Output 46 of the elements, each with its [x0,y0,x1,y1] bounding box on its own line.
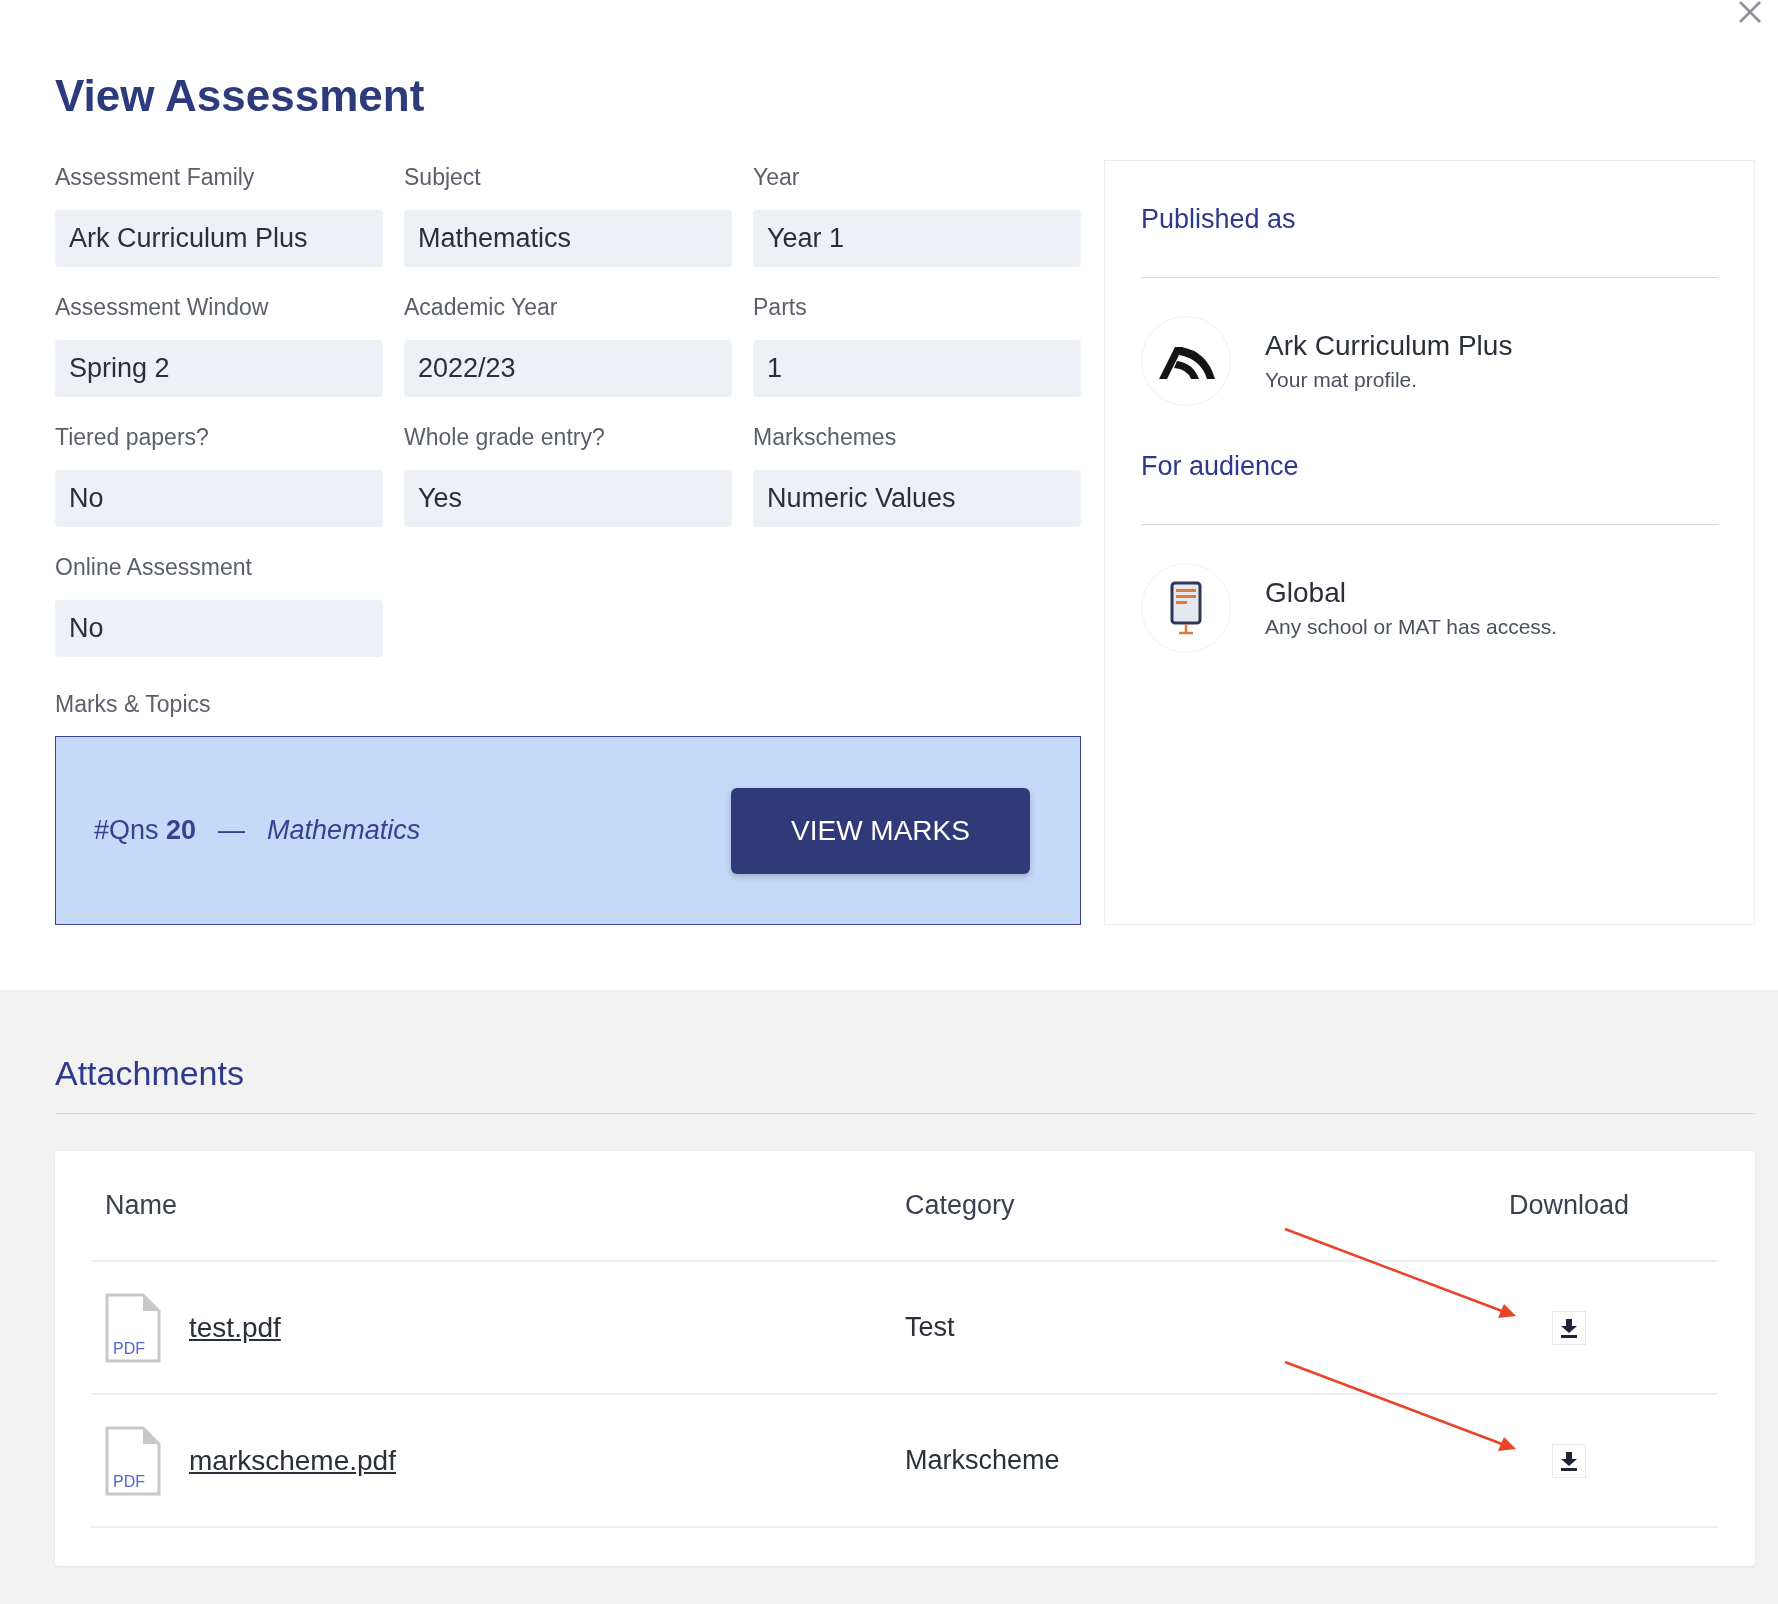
profile-name: Global [1265,577,1346,609]
read-only-field: Mathematics [404,210,732,267]
subject-text: Mathematics [267,815,421,846]
field-label: Subject [404,163,481,192]
pdf-file-icon: PDF [105,1425,161,1496]
file-link[interactable]: test.pdf [189,1311,281,1344]
view-marks-button[interactable]: VIEW MARKS [731,787,1030,874]
download-button[interactable] [1552,1310,1586,1345]
read-only-field: Spring 2 [55,340,383,397]
profile-description: Your mat profile. [1265,368,1418,392]
pdf-file-icon: PDF [105,1292,161,1363]
question-count: #Qns 20 [94,815,197,846]
read-only-field: Ark Curriculum Plus [55,210,383,267]
read-only-field: Yes [404,470,732,527]
field-label: Academic Year [404,293,558,322]
field-label: Parts [753,293,807,322]
read-only-field: No [55,600,383,657]
profile-name: Ark Curriculum Plus [1265,330,1513,362]
download-icon [1560,1317,1578,1338]
download-button[interactable] [1552,1443,1586,1478]
field-label: Tiered papers? [55,423,209,452]
category-text: Test [905,1312,955,1343]
field-label: Markschemes [753,423,897,452]
field-label: Marks & Topics [55,690,211,719]
file-link[interactable]: markscheme.pdf [189,1444,396,1477]
read-only-field: No [55,470,383,527]
column-header: Name [105,1190,178,1221]
profile-description: Any school or MAT has access. [1265,615,1558,639]
field-label: Assessment Window [55,293,269,322]
field-label: Year [753,163,800,192]
download-icon [1560,1450,1578,1471]
field-label: Assessment Family [55,163,255,192]
read-only-field: Numeric Values [753,470,1081,527]
section-heading: For audience [1141,450,1299,483]
page-title: View Assessment [55,70,425,122]
column-header: Category [905,1190,1015,1221]
field-label: Whole grade entry? [404,423,605,452]
category-text: Markscheme [905,1445,1060,1476]
section-heading: Published as [1141,203,1296,236]
column-header: Download [1508,1190,1630,1221]
section-heading: Attachments [55,1053,244,1093]
dash-separator: — [218,815,246,846]
field-label: Online Assessment [55,553,252,582]
read-only-field: 1 [753,340,1081,397]
read-only-field: 2022/23 [404,340,732,397]
read-only-field: Year 1 [753,210,1081,267]
